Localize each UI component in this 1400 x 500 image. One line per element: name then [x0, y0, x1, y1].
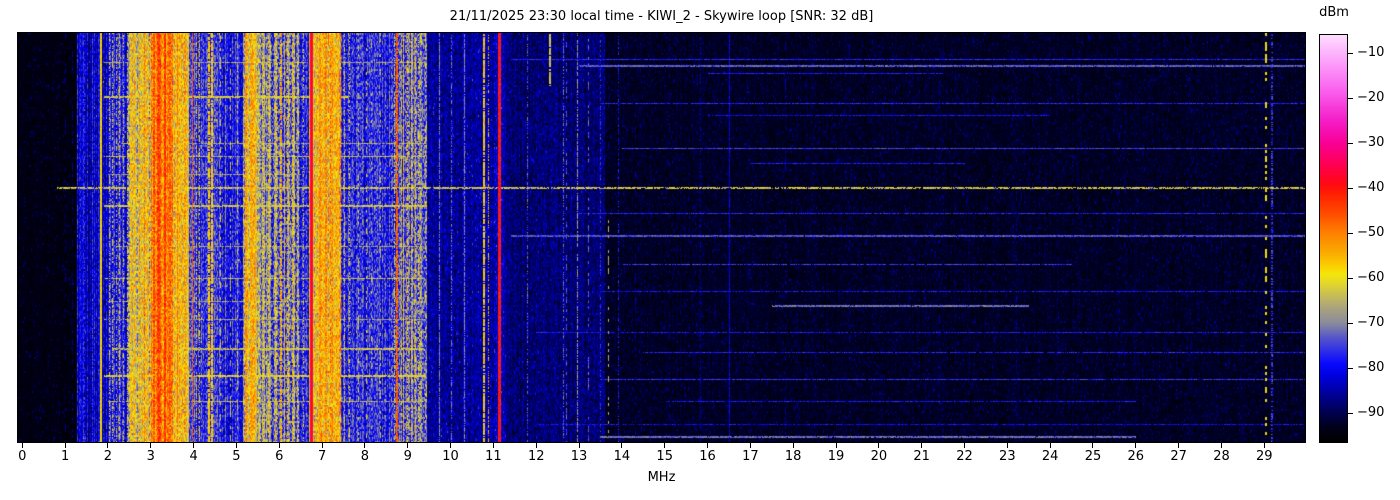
x-tick-label: 16 [699, 449, 716, 464]
x-tick-label: 13 [570, 449, 588, 464]
x-tick-mark [321, 443, 323, 448]
x-tick-mark [749, 443, 751, 448]
x-tick-label: 25 [1084, 449, 1102, 464]
x-tick-mark [492, 443, 494, 448]
colorbar-tick-mark [1348, 52, 1353, 54]
x-tick-mark [364, 443, 366, 448]
x-tick-mark [150, 443, 152, 448]
x-tick-label: 18 [784, 449, 802, 464]
x-tick-label: 26 [1127, 449, 1145, 464]
colorbar-tick-label: −90 [1357, 405, 1385, 421]
x-tick-label: 10 [442, 449, 459, 464]
x-tick-mark [621, 443, 623, 448]
x-tick-mark [792, 443, 794, 448]
colorbar-tick-label: −20 [1357, 90, 1385, 106]
colorbar-tick-label: −40 [1357, 180, 1385, 196]
colorbar-tick-label: −10 [1357, 45, 1385, 60]
x-tick-label: 1 [60, 449, 70, 464]
colorbar-tick-mark [1348, 322, 1353, 324]
x-tick-mark [21, 443, 23, 448]
x-tick-label: 3 [146, 449, 155, 464]
colorbar-tick-mark [1348, 97, 1353, 99]
colorbar-tick-mark [1348, 277, 1353, 279]
x-tick-mark [578, 443, 580, 448]
x-tick-mark [878, 443, 880, 448]
x-tick-label: 24 [1041, 449, 1059, 464]
x-tick-mark [664, 443, 666, 448]
x-tick-mark [1263, 443, 1265, 448]
colorbar-tick-label: −70 [1357, 315, 1385, 331]
x-tick-label: 9 [403, 449, 412, 464]
colorbar-tick-label: −30 [1357, 135, 1385, 151]
x-tick-mark [1135, 443, 1137, 448]
x-tick-label: 21 [913, 449, 930, 464]
x-tick-mark [921, 443, 923, 448]
waterfall-plot-frame [17, 32, 1306, 443]
colorbar-tick-label: −60 [1357, 270, 1385, 286]
colorbar-label: dBm [1319, 5, 1349, 20]
kiwisdr-waterfall-figure: 21/11/2025 23:30 local time - KIWI_2 - S… [0, 0, 1400, 500]
x-tick-mark [1220, 443, 1222, 448]
x-tick-label: 15 [656, 449, 673, 464]
x-tick-mark [278, 443, 280, 448]
x-tick-mark [107, 443, 109, 448]
colorbar-frame [1319, 34, 1348, 443]
x-tick-mark [193, 443, 195, 448]
x-tick-mark [1178, 443, 1180, 448]
x-tick-mark [407, 443, 409, 448]
colorbar-tick-mark [1348, 232, 1353, 234]
x-tick-label: 7 [317, 449, 327, 464]
x-tick-mark [535, 443, 537, 448]
x-tick-mark [1092, 443, 1094, 448]
x-tick-label: 11 [485, 449, 502, 464]
x-tick-label: 20 [870, 449, 888, 464]
x-tick-label: 12 [527, 449, 545, 464]
x-tick-label: 5 [232, 449, 241, 464]
x-tick-label: 2 [103, 449, 113, 464]
x-tick-label: 19 [827, 449, 845, 464]
x-tick-label: 4 [189, 449, 198, 464]
colorbar-tick-mark [1348, 412, 1353, 414]
colorbar-tick-label: −80 [1357, 360, 1385, 376]
x-tick-label: 27 [1170, 449, 1187, 464]
colorbar-tick-mark [1348, 187, 1353, 189]
colorbar-gradient [1320, 35, 1347, 442]
x-axis-label: MHz [647, 470, 676, 485]
x-tick-mark [450, 443, 452, 448]
x-tick-label: 23 [999, 449, 1016, 464]
x-tick-label: 0 [18, 449, 27, 464]
x-tick-mark [64, 443, 66, 448]
x-tick-mark [1006, 443, 1008, 448]
colorbar-tick-label: −50 [1357, 225, 1385, 241]
colorbar-tick-mark [1348, 142, 1353, 144]
x-tick-mark [235, 443, 237, 448]
colorbar-tick-mark [1348, 367, 1353, 369]
x-tick-label: 22 [956, 449, 973, 464]
waterfall-canvas [18, 33, 1305, 442]
plot-title: 21/11/2025 23:30 local time - KIWI_2 - S… [449, 9, 874, 24]
x-tick-mark [964, 443, 965, 448]
x-tick-label: 28 [1213, 449, 1230, 464]
x-tick-label: 14 [613, 449, 631, 464]
x-tick-label: 6 [275, 449, 284, 464]
x-tick-label: 8 [360, 449, 370, 464]
x-tick-mark [835, 443, 837, 448]
x-tick-label: 29 [1256, 449, 1273, 464]
x-tick-label: 17 [742, 449, 759, 464]
x-tick-mark [1049, 443, 1051, 448]
x-tick-mark [707, 443, 709, 448]
